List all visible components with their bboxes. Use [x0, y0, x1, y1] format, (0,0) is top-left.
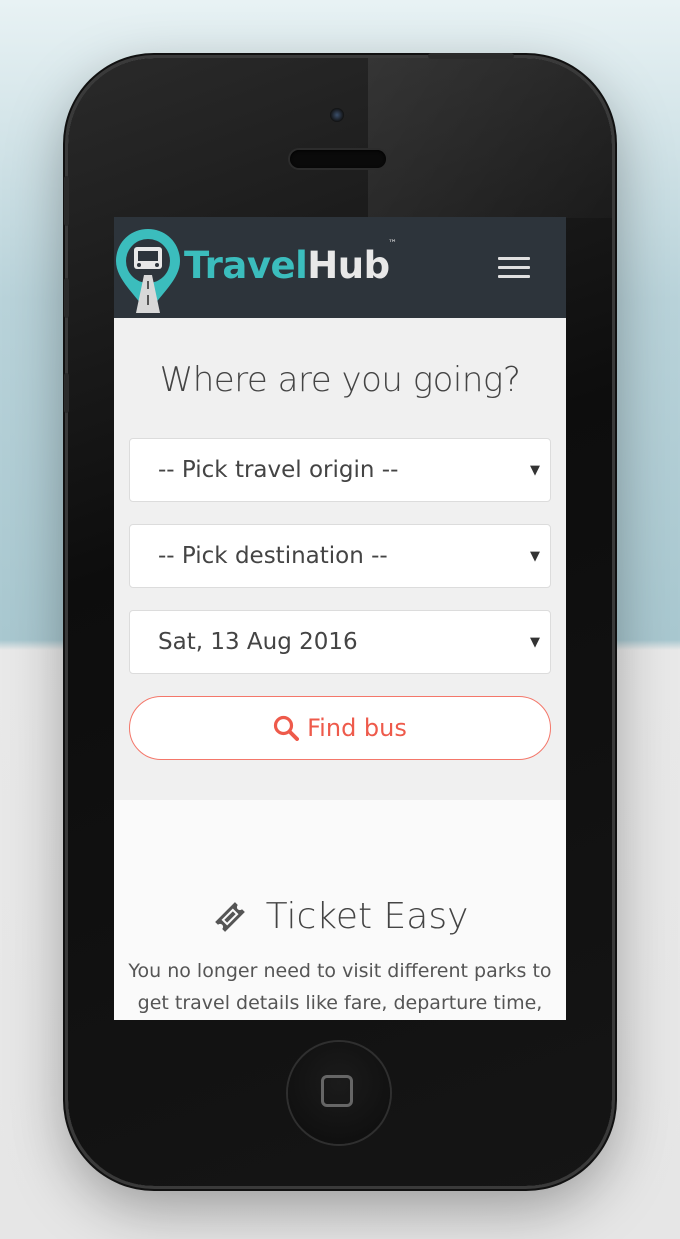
date-select[interactable]: Sat, 13 Aug 2016 ▼: [129, 610, 551, 674]
ticket-icon: [214, 901, 245, 932]
find-bus-label: Find bus: [307, 714, 407, 742]
destination-select[interactable]: -- Pick destination -- ▼: [129, 524, 551, 588]
feature-description: You no longer need to visit different pa…: [128, 960, 552, 1014]
chevron-down-icon: ▼: [530, 634, 540, 650]
feature-heading: Ticket Easy: [114, 896, 566, 937]
hamburger-menu-icon[interactable]: [498, 257, 530, 279]
destination-select-value: -- Pick destination --: [158, 543, 388, 569]
trademark-symbol: ™: [388, 239, 397, 249]
origin-select[interactable]: -- Pick travel origin -- ▼: [129, 438, 551, 502]
home-button[interactable]: [288, 1042, 390, 1144]
earpiece-speaker: [290, 150, 386, 168]
brand-name-hub: Hub: [307, 243, 390, 287]
features-section: Ticket Easy You no longer need to visit …: [114, 800, 566, 1020]
front-camera: [330, 108, 344, 122]
brand-name-travel: Travel: [184, 243, 308, 287]
mute-switch: [64, 176, 69, 226]
page-title: Where are you going?: [159, 360, 521, 400]
find-bus-button[interactable]: Find bus: [129, 696, 551, 760]
app-screen: TravelHub ™ Where are you going? -- Pick…: [114, 217, 566, 1020]
date-select-value: Sat, 13 Aug 2016: [158, 629, 358, 655]
volume-up-button: [64, 278, 69, 318]
brand-logo[interactable]: TravelHub: [114, 227, 390, 315]
feature-title: Ticket Easy: [265, 896, 469, 937]
chevron-down-icon: ▼: [530, 548, 540, 564]
power-button: [428, 53, 514, 59]
origin-select-value: -- Pick travel origin --: [158, 457, 399, 483]
home-square-icon: [321, 1075, 353, 1107]
search-form: Where are you going? -- Pick travel orig…: [114, 360, 566, 760]
brand-name: TravelHub: [184, 244, 390, 287]
chevron-down-icon: ▼: [530, 462, 540, 478]
bus-pin-logo-icon: [114, 227, 182, 315]
navbar: TravelHub ™: [114, 217, 566, 318]
phone-glare: [368, 58, 612, 218]
volume-down-button: [64, 373, 69, 413]
search-icon: [274, 715, 300, 741]
